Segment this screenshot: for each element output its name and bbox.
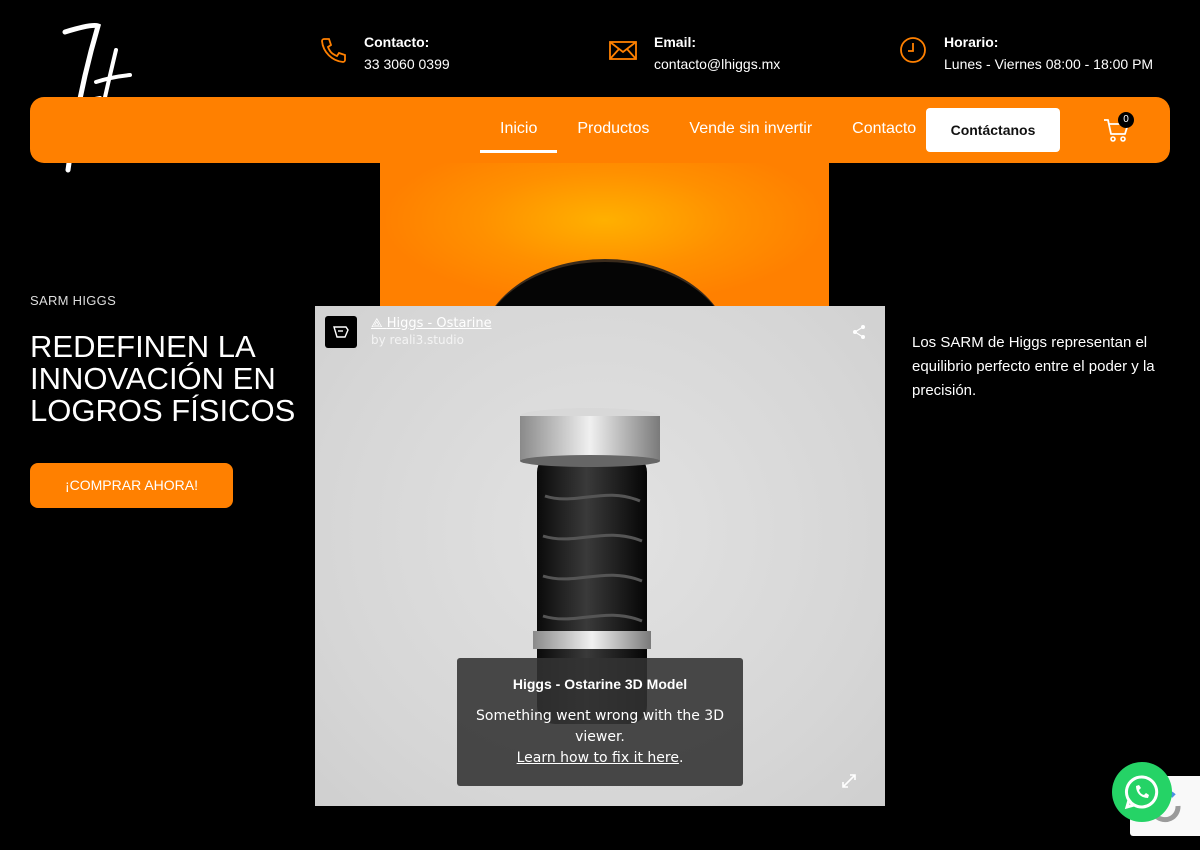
- nav-item-productos[interactable]: Productos: [557, 97, 669, 163]
- studio-avatar[interactable]: [325, 316, 357, 348]
- model-title-text: Higgs - Ostarine: [386, 316, 492, 331]
- viewer-error-suffix: .: [678, 750, 684, 766]
- model-title[interactable]: ⟁ Higgs - Ostarine: [371, 316, 492, 331]
- email-info: Email: contacto@lhiggs.mx: [608, 33, 780, 75]
- clock-icon: [900, 37, 926, 63]
- viewer-error-message: Something went wrong with the 3D viewer.…: [457, 706, 743, 769]
- viewer-error-title: Higgs - Ostarine 3D Model: [512, 676, 688, 692]
- model-icon: ⟁: [371, 316, 387, 331]
- viewer-error-text: Something went wrong with the 3D viewer.: [476, 708, 724, 745]
- email-label: Email:: [654, 34, 697, 50]
- contact-phone[interactable]: 33 3060 0399: [364, 53, 450, 75]
- hero-headline: REDEFINEN LA INNOVACIÓN EN LOGROS FÍSICO…: [30, 329, 296, 428]
- hours-label: Horario:: [944, 34, 999, 50]
- hours-value: Lunes - Viernes 08:00 - 18:00 PM: [944, 56, 1154, 72]
- hero-jar-shape: [480, 259, 730, 306]
- viewer-error-link[interactable]: Learn how to fix it here: [517, 750, 679, 766]
- model-viewer[interactable]: ⟁ Higgs - Ostarine by reali3.studio Higg…: [315, 306, 885, 806]
- viewer-error-dialog: Higgs - Ostarine 3D Model Something went…: [457, 658, 743, 786]
- model-author[interactable]: by reali3.studio: [371, 333, 464, 347]
- share-icon[interactable]: [851, 324, 867, 340]
- contact-label: Contacto:: [364, 34, 430, 50]
- envelope-icon: [609, 41, 637, 60]
- buy-now-button[interactable]: ¡COMPRAR AHORA!: [30, 463, 233, 508]
- cart-count-badge: 0: [1118, 112, 1134, 128]
- nav-item-vende-sin-invertir[interactable]: Vende sin invertir: [669, 97, 832, 163]
- hero-product-image: [380, 163, 829, 306]
- whatsapp-icon: [1124, 775, 1159, 810]
- studio-logo-icon: [333, 326, 349, 338]
- hero-eyebrow: SARM HIGGS: [30, 293, 117, 308]
- nav-item-inicio[interactable]: Inicio: [480, 97, 558, 163]
- contact-info: Contacto: 33 3060 0399: [318, 33, 450, 75]
- email-address[interactable]: contacto@lhiggs.mx: [654, 53, 780, 75]
- hero-description: Los SARM de Higgs representan el equilib…: [912, 334, 1155, 399]
- nav-links: Inicio Productos Vende sin invertir Cont…: [480, 97, 936, 163]
- phone-icon: [321, 38, 346, 63]
- nav-item-contacto[interactable]: Contacto: [832, 97, 936, 163]
- whatsapp-button[interactable]: [1112, 762, 1172, 822]
- contact-cta-button[interactable]: Contáctanos: [926, 108, 1060, 152]
- hours-info: Horario: Lunes - Viernes 08:00 - 18:00 P…: [898, 33, 1153, 75]
- main-nav: Inicio Productos Vende sin invertir Cont…: [30, 97, 1170, 163]
- fullscreen-icon[interactable]: [840, 772, 858, 790]
